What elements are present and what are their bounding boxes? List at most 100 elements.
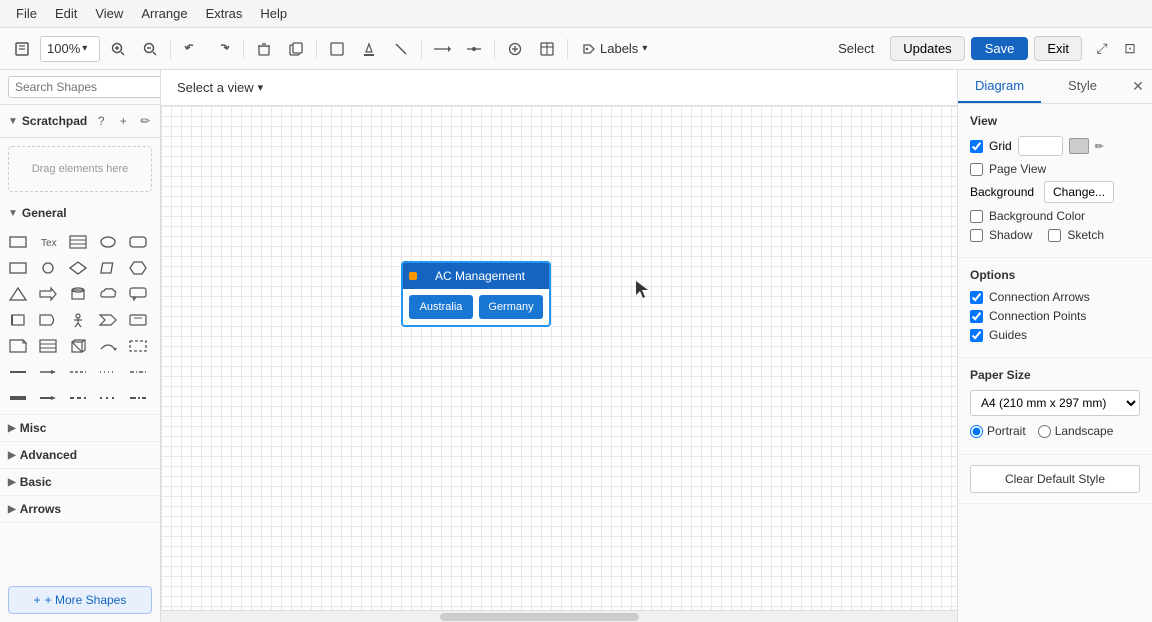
shape-rect-filled[interactable]	[6, 256, 30, 280]
menu-file[interactable]: File	[8, 4, 45, 23]
delete-btn[interactable]	[250, 35, 278, 63]
grid-color-swatch[interactable]	[1069, 138, 1089, 154]
tab-diagram[interactable]: Diagram	[958, 70, 1041, 103]
shape-line-dbl[interactable]	[66, 360, 90, 384]
connection-arrows-checkbox[interactable]	[970, 291, 983, 304]
redo-btn[interactable]	[209, 35, 237, 63]
shape-arrow-right[interactable]	[36, 282, 60, 306]
shape-line-mix[interactable]	[126, 386, 150, 410]
shape-table[interactable]	[66, 230, 90, 254]
waypoint-btn[interactable]	[460, 35, 488, 63]
shape-note[interactable]	[6, 334, 30, 358]
scratchpad-help-btn[interactable]: ?	[91, 111, 111, 131]
menu-extras[interactable]: Extras	[198, 4, 251, 23]
shape-text[interactable]: Text	[36, 230, 60, 254]
shape-chevron[interactable]	[96, 308, 120, 332]
scratchpad-collapse-icon[interactable]: ▼	[8, 116, 18, 127]
shape-callout[interactable]	[126, 282, 150, 306]
exit-btn[interactable]: Exit	[1034, 36, 1082, 61]
shape-line-solid[interactable]	[6, 360, 30, 384]
shape-delay[interactable]	[36, 308, 60, 332]
copy-btn[interactable]	[282, 35, 310, 63]
menu-view[interactable]: View	[87, 4, 131, 23]
insert-btn[interactable]	[501, 35, 529, 63]
canvas[interactable]: AC Management Australia Germany	[161, 106, 957, 610]
shape-cylinder[interactable]	[66, 282, 90, 306]
section-basic-header[interactable]: ▶ Basic	[0, 469, 160, 495]
fill-color-btn[interactable]	[355, 35, 383, 63]
shape-ellipse[interactable]	[96, 230, 120, 254]
shape-person[interactable]	[66, 308, 90, 332]
search-input[interactable]	[8, 76, 161, 98]
page-btn[interactable]	[8, 35, 36, 63]
panel-toggle-btn[interactable]: ⊡	[1116, 35, 1144, 63]
background-change-btn[interactable]: Change...	[1044, 181, 1114, 203]
line-color-btn[interactable]	[387, 35, 415, 63]
menu-arrange[interactable]: Arrange	[133, 4, 195, 23]
clear-style-btn[interactable]: Clear Default Style	[970, 465, 1140, 493]
shape-process[interactable]	[6, 308, 30, 332]
shape-parallelogram[interactable]	[96, 256, 120, 280]
shape-curved-arrow[interactable]	[96, 334, 120, 358]
tab-style[interactable]: Style	[1041, 70, 1124, 103]
save-btn[interactable]: Save	[971, 37, 1029, 60]
page-view-checkbox[interactable]	[970, 163, 983, 176]
undo-btn[interactable]	[177, 35, 205, 63]
diagram-btn-germany[interactable]: Germany	[479, 295, 543, 319]
shape-rect-r[interactable]	[126, 230, 150, 254]
connection-style-btn[interactable]	[428, 35, 456, 63]
zoom-out-btn[interactable]	[136, 35, 164, 63]
shape-rect2[interactable]	[126, 334, 150, 358]
section-general-header[interactable]: ▼ General	[0, 200, 160, 226]
shape-line-arrow[interactable]	[36, 360, 60, 384]
format-btn[interactable]	[323, 35, 351, 63]
shape-line-arr2[interactable]	[36, 386, 60, 410]
guides-checkbox[interactable]	[970, 329, 983, 342]
shape-cube[interactable]	[66, 334, 90, 358]
scratchpad-add-btn[interactable]: +	[113, 111, 133, 131]
menu-help[interactable]: Help	[252, 4, 295, 23]
scrollbar-thumb-h[interactable]	[440, 613, 639, 621]
landscape-label[interactable]: Landscape	[1038, 424, 1114, 438]
more-shapes-btn[interactable]: + + More Shapes	[8, 586, 152, 614]
section-advanced-header[interactable]: ▶ Advanced	[0, 442, 160, 468]
menu-edit[interactable]: Edit	[47, 4, 85, 23]
landscape-radio[interactable]	[1038, 425, 1051, 438]
shape-hexagon[interactable]	[126, 256, 150, 280]
fullscreen-btn[interactable]: ⤢	[1088, 35, 1116, 63]
labels-btn[interactable]: Labels ▾	[574, 37, 655, 60]
sketch-checkbox[interactable]	[1048, 229, 1061, 242]
connection-points-checkbox[interactable]	[970, 310, 983, 323]
shape-list[interactable]	[36, 334, 60, 358]
bg-color-checkbox[interactable]	[970, 210, 983, 223]
shape-line-dots2[interactable]	[126, 360, 150, 384]
shape-line-dotted[interactable]	[96, 360, 120, 384]
updates-btn[interactable]: Updates	[890, 36, 964, 61]
shape-rect[interactable]	[6, 230, 30, 254]
table-btn[interactable]	[533, 35, 561, 63]
select-btn[interactable]: Select	[828, 37, 884, 60]
shape-cloud[interactable]	[96, 282, 120, 306]
horizontal-scrollbar[interactable]	[161, 610, 957, 622]
zoom-display[interactable]: 100% ▾	[40, 36, 100, 62]
shape-line-thick[interactable]	[6, 386, 30, 410]
shape-triangle[interactable]	[6, 282, 30, 306]
zoom-in-btn[interactable]	[104, 35, 132, 63]
shape-line-cross[interactable]	[66, 386, 90, 410]
section-misc-header[interactable]: ▶ Misc	[0, 415, 160, 441]
diagram-btn-australia[interactable]: Australia	[409, 295, 473, 319]
grid-checkbox[interactable]	[970, 140, 983, 153]
paper-size-select[interactable]: A4 (210 mm x 297 mm)A3LetterLegal	[970, 390, 1140, 416]
shadow-checkbox[interactable]	[970, 229, 983, 242]
shape-cross[interactable]	[126, 308, 150, 332]
section-arrows-header[interactable]: ▶ Arrows	[0, 496, 160, 522]
shape-circle[interactable]	[36, 256, 60, 280]
portrait-label[interactable]: Portrait	[970, 424, 1026, 438]
grid-color-edit-btn[interactable]: ✏	[1095, 140, 1104, 153]
diagram-container[interactable]: AC Management Australia Germany	[401, 261, 551, 327]
shape-diamond[interactable]	[66, 256, 90, 280]
panel-close-btn[interactable]: ✕	[1124, 70, 1152, 103]
grid-size-input[interactable]: 10 pt	[1018, 136, 1063, 156]
scratchpad-edit-btn[interactable]: ✏	[135, 111, 155, 131]
view-selector-btn[interactable]: Select a view ▾	[173, 78, 267, 97]
